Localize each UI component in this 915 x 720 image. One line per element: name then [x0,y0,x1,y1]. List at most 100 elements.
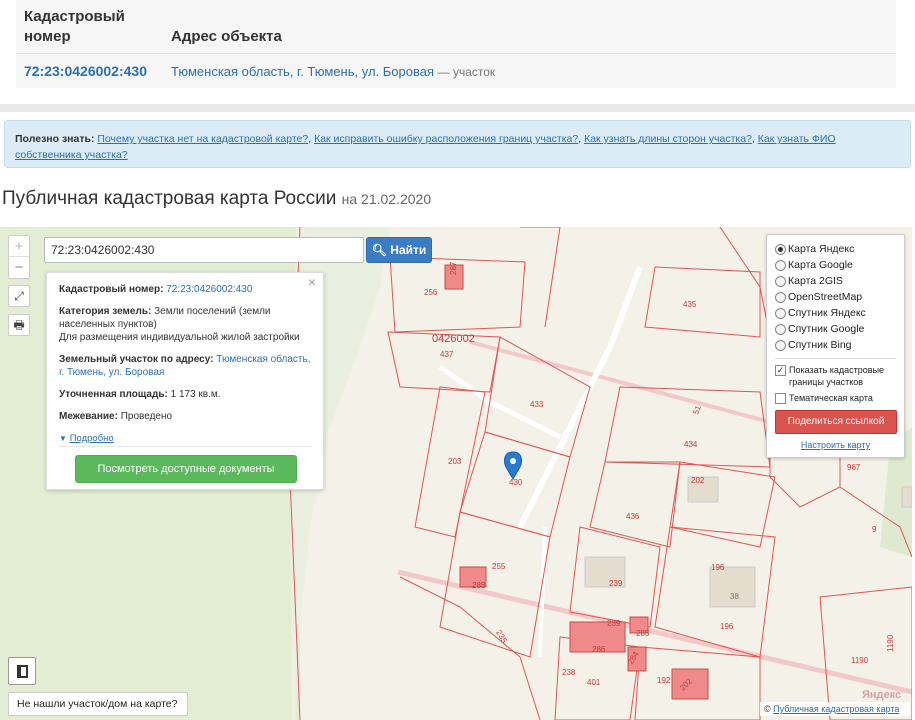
layer-option-label: OpenStreetMap [788,291,863,303]
popup-label: Межевание: [59,411,118,422]
radio-icon[interactable] [775,259,786,271]
parcel-label: 285 [636,629,650,638]
thematic-map-option[interactable]: Тематическая карта [775,392,896,404]
layer-option[interactable]: Спутник Яндекс [775,305,896,321]
not-found-button[interactable]: Не нашли участок/дом на карте? [8,692,188,716]
layer-option-label: Спутник Яндекс [788,307,866,319]
results-table: Кадастровый номер Адрес объекта 72:23:04… [16,0,896,88]
layer-option[interactable]: Спутник Google [775,321,896,337]
configure-map-link[interactable]: Настроить карту [775,440,896,450]
section-divider [0,104,915,112]
map-road-red-2 [469,340,771,424]
popup-label: Земельный участок по адресу: [59,354,214,365]
yandex-logo: Яндекс [862,689,902,701]
popup-permitted-use: Для размещения индивидуальной жилой заст… [59,332,300,343]
radio-icon[interactable] [775,291,786,303]
parcel-label: 9 [872,525,877,534]
result-cadastral-number-link[interactable]: 72:23:0426002:430 [24,63,147,79]
popup-label: Кадастровый номер: [59,284,164,295]
zoom-control: + − [8,235,30,279]
parcel-label: 203 [448,457,462,466]
parcel-label: 1190 [886,634,895,652]
share-link-button[interactable]: Поделиться ссылкой [775,410,897,434]
info-link-fix-boundaries[interactable]: Как исправить ошибку расположения границ… [314,133,578,145]
book-icon [17,665,28,678]
page-title: Публичная кадастровая карта России на 21… [2,188,431,210]
popup-survey: Межевание: Проведено [59,410,311,423]
parcel-label: 287 [449,261,458,275]
radio-icon[interactable] [775,323,786,335]
radio-icon[interactable] [775,339,786,351]
parcel-label: 433 [530,400,544,409]
zoom-out-button[interactable]: − [9,257,29,278]
parcel-label: 1190 [851,656,869,665]
print-icon[interactable]: 🖶 [8,314,30,336]
close-icon[interactable]: × [308,275,316,289]
parcel-label: 288 [472,581,486,590]
popup-land-category: Категория земель: Земли поселений (земли… [59,305,311,344]
show-boundaries-label: Показать кадастровые границы участков [789,365,885,387]
parcel-label: 0426002 [432,333,475,345]
location-pin-icon[interactable] [504,451,522,480]
cadastral-search-input[interactable] [44,237,364,263]
parcel-label: 196 [711,563,725,572]
parcel-label: 437 [440,350,454,359]
layer-option[interactable]: Спутник Bing [775,337,896,353]
layer-option-label: Карта Google [788,259,853,271]
info-link-side-lengths[interactable]: Как узнать длины сторон участка? [584,133,752,145]
parcel-label: 434 [684,440,698,449]
parcel-label: 235 [494,629,509,646]
layer-option-label: Спутник Google [788,323,865,335]
page-title-date: на 21.02.2020 [341,191,432,207]
parcel-label: 256 [424,288,438,297]
layer-option-label: Карта Яндекс [788,243,855,255]
page-title-main: Публичная кадастровая карта России [2,188,337,209]
legend-button[interactable] [8,657,36,685]
search-button[interactable]: 🔍︎ Найти [366,237,432,263]
copyright-link[interactable]: Публичная кадастровая карта [773,704,899,714]
checkbox-checked-icon[interactable]: ✓ [775,365,786,376]
fullscreen-icon[interactable]: ⤢ [8,285,30,307]
layer-option[interactable]: Карта Яндекс [775,241,896,257]
popup-label: Категория земель: [59,306,152,317]
parcel-label: 286 [592,645,606,654]
parcel-label: 202 [691,476,705,485]
result-address: Тюменская область, г. Тюмень, ул. Борова… [171,64,495,79]
zoom-in-button[interactable]: + [9,236,29,257]
popup-label: Уточненная площадь: [59,389,168,400]
result-type: — участок [437,65,496,79]
table-divider [16,53,896,54]
radio-icon[interactable] [775,243,786,255]
show-boundaries-option[interactable]: ✓ Показать кадастровые границы участков [775,364,896,388]
layer-option-label: Спутник Bing [788,339,852,351]
parcel-label: 401 [587,678,601,687]
layer-option[interactable]: Карта Google [775,257,896,273]
radio-icon[interactable] [775,307,786,319]
info-link-missing-parcel[interactable]: Почему участка нет на кадастровой карте? [97,133,308,145]
cadastral-map[interactable]: 256 287 435 0426002 437 433 51 434 967 2… [0,227,912,720]
map-layers-panel: Карта Яндекс Карта Google Карта 2GIS OpenSt… [766,234,905,458]
popup-value: 1 173 кв.м. [170,389,221,400]
parcel-label: 255 [492,562,506,571]
parcel-label: 967 [847,463,861,472]
base-layer-options: Карта Яндекс Карта Google Карта 2GIS OpenSt… [775,241,896,353]
parcel-label: 192 [657,676,671,685]
view-documents-button[interactable]: Посмотреть доступные документы [75,455,297,483]
popup-more-toggle[interactable]: ▼ Подробно [59,432,311,445]
parcel-label: 430 [509,478,523,487]
popup-more-link[interactable]: Подробно [70,433,114,444]
thematic-map-label: Тематическая карта [789,393,873,403]
copyright-symbol: © [764,704,771,714]
radio-icon[interactable] [775,275,786,287]
parcel-label: 196 [720,622,734,631]
layer-option-label: Карта 2GIS [788,275,843,287]
layer-option[interactable]: OpenStreetMap [775,289,896,305]
popup-cadastral-number: Кадастровый номер: 72:23:0426002:430 [59,283,311,296]
parcel-label: 238 [562,668,576,677]
col-header-address: Адрес объекта [171,28,282,45]
checkbox-icon[interactable] [775,393,786,404]
triangle-down-icon: ▼ [59,434,67,443]
layer-option[interactable]: Карта 2GIS [775,273,896,289]
result-address-link[interactable]: Тюменская область, г. Тюмень, ул. Борова… [171,64,434,79]
popup-cadastral-number-link[interactable]: 72:23:0426002:430 [166,284,252,295]
